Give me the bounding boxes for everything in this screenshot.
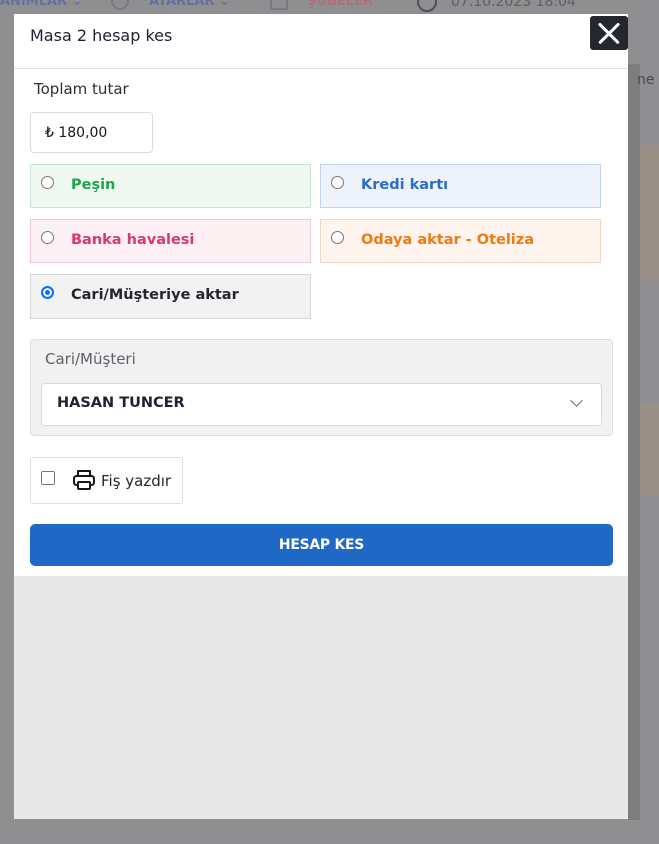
total-amount-field[interactable]: ₺ 180,00 (30, 112, 153, 153)
modal-content: Masa 2 hesap kes Toplam tutar ₺ 180,00 P… (14, 14, 628, 576)
nav-tanimlar: ANIMLAR ⌄ (0, 0, 83, 9)
customer-select-label: Cari/Müşteri (45, 350, 136, 368)
modal-scrollbar (628, 64, 640, 820)
radio-pesin[interactable] (41, 176, 54, 189)
customer-select[interactable]: HASAN TUNCER (41, 383, 602, 426)
payment-option-label: Cari/Müşteriye aktar (71, 287, 239, 303)
payment-option-label: Odaya aktar - Oteliza (361, 232, 534, 248)
print-receipt-label: Fiş yazdır (101, 472, 172, 490)
payment-option-label: Kredi kartı (361, 177, 449, 193)
radio-bank-transfer[interactable] (41, 231, 54, 244)
background-image (640, 146, 659, 279)
store-icon (270, 0, 288, 10)
payment-option-pesin[interactable]: Peşin (30, 164, 311, 208)
printer-icon (73, 470, 95, 490)
payment-option-room-transfer[interactable]: Odaya aktar - Oteliza (320, 219, 601, 263)
nav-datetime: 07.10.2023 18:04 (451, 0, 576, 10)
gear-icon (111, 0, 129, 10)
total-label: Toplam tutar (34, 80, 129, 98)
modal-header: Masa 2 hesap kes (14, 14, 628, 69)
customer-select-value: HASAN TUNCER (57, 395, 185, 411)
close-icon[interactable] (590, 16, 628, 50)
radio-room-transfer[interactable] (331, 231, 344, 244)
radio-customer-account[interactable] (41, 286, 54, 299)
print-receipt-option[interactable]: Fiş yazdır (30, 457, 183, 504)
payment-option-label: Peşin (71, 177, 116, 193)
nav-ayarlar: AYARLAR ⌄ (149, 0, 230, 9)
payment-option-bank-transfer[interactable]: Banka havalesi (30, 219, 311, 263)
background-image (640, 403, 659, 495)
nav-subeler: ŞUBELER (307, 0, 373, 9)
customer-select-group: Cari/Müşteri HASAN TUNCER (30, 339, 613, 436)
clock-icon (417, 0, 437, 12)
chevron-down-icon (570, 394, 583, 407)
payment-option-credit-card[interactable]: Kredi kartı (320, 164, 601, 208)
background-navbar: ANIMLAR ⌄ AYARLAR ⌄ ŞUBELER 07.10.2023 1… (0, 0, 659, 14)
radio-credit-card[interactable] (331, 176, 344, 189)
background-side-text: ne (637, 72, 655, 88)
print-receipt-checkbox[interactable] (41, 471, 55, 485)
payment-option-label: Banka havalesi (71, 232, 195, 248)
hesap-kes-button[interactable]: HESAP KES (30, 524, 613, 566)
payment-modal: Masa 2 hesap kes Toplam tutar ₺ 180,00 P… (14, 14, 628, 819)
modal-title: Masa 2 hesap kes (30, 26, 173, 45)
payment-option-customer-account[interactable]: Cari/Müşteriye aktar (30, 274, 311, 319)
